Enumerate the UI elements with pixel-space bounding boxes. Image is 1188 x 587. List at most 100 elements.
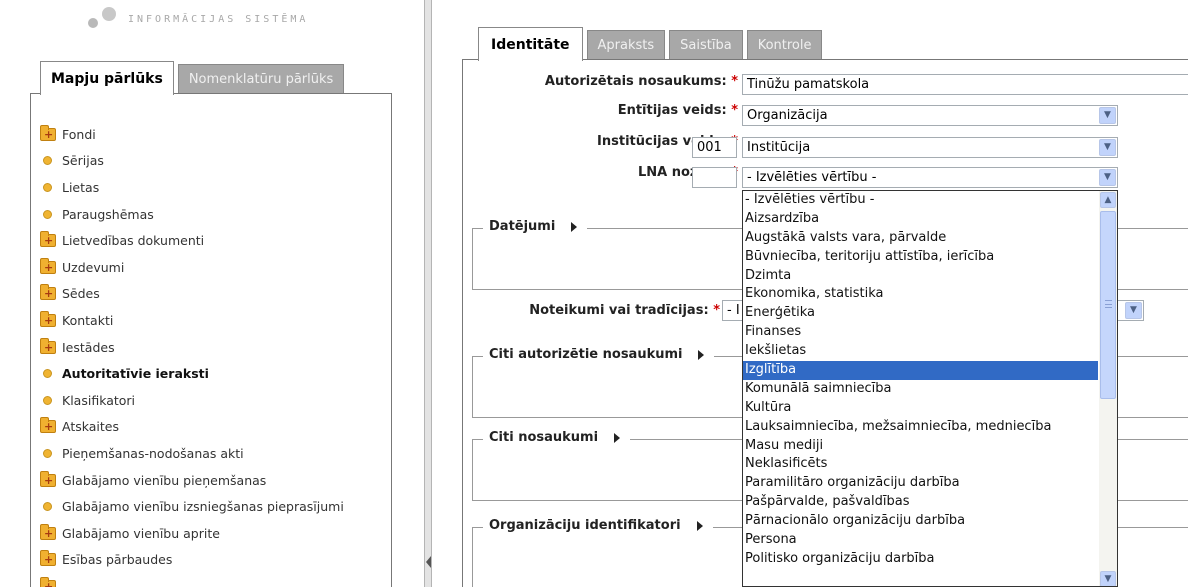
tab-mapju-parluks[interactable]: Mapju pārlūks (40, 61, 174, 95)
dropdown-option[interactable]: Izglītība (743, 361, 1098, 380)
tree-item[interactable]: + Glabājamo vienību aprite (40, 520, 344, 547)
dropdown-option[interactable]: - Izvēlēties vērtību - (743, 191, 1098, 210)
dropdown-option[interactable]: Būvniecība, teritoriju attīstība, ierīcī… (743, 248, 1098, 267)
tab-identitate[interactable]: Identitāte (478, 27, 583, 61)
expand-arrow-icon[interactable] (696, 520, 703, 531)
rules-select-end[interactable]: ▼ (1118, 300, 1144, 321)
dropdown-option[interactable]: Augstākā valsts vara, pārvalde (743, 229, 1098, 248)
rules-label: Noteikumi vai tradīcijas: * (470, 303, 720, 318)
expand-plus-icon[interactable]: + (44, 580, 53, 587)
lna-sector-value: - Izvēlēties vērtību - (747, 170, 877, 185)
tree-item[interactable]: + Lietvedības dokumenti (40, 227, 344, 254)
tree-item-label: Klasifikatori (62, 392, 136, 408)
expand-plus-icon[interactable]: + (44, 553, 53, 566)
dropdown-option[interactable]: Aizsardzība (743, 210, 1098, 229)
section-org-identifikatori-header[interactable]: Organizāciju identifikatori (483, 518, 713, 533)
dropdown-option[interactable]: Pašpārvalde, pašvaldības (743, 493, 1098, 512)
dropdown-option[interactable]: Neklasificēts (743, 455, 1098, 474)
dropdown-option[interactable]: Lauksaimniecība, mežsaimniecība, medniec… (743, 418, 1098, 437)
entity-type-value: Organizācija (747, 108, 828, 123)
dropdown-option[interactable]: Finanses (743, 323, 1098, 342)
dropdown-option[interactable]: Ekonomika, statistika (743, 285, 1098, 304)
tree-item[interactable]: Glabājamo vienību izsniegšanas pieprasīj… (40, 493, 344, 520)
tree-item-label: Atskaites (62, 419, 120, 435)
folder-plus-icon: + (40, 470, 56, 487)
authorized-name-input[interactable]: Tinūžu pamatskola (742, 74, 1188, 95)
tree-item[interactable]: + Fondi (40, 121, 344, 148)
tree-item[interactable]: + Kontakti (40, 307, 344, 334)
dropdown-option[interactable]: Pārnacionālo organizāciju darbība (743, 512, 1098, 531)
dropdown-option[interactable]: Iekšlietas (743, 342, 1098, 361)
expand-plus-icon[interactable]: + (44, 341, 53, 354)
tree-item-label: Lietvedības dokumenti (62, 233, 205, 249)
folder-plus-icon: + (40, 124, 56, 141)
tree-item[interactable]: + (40, 573, 344, 587)
rules-select[interactable]: - I (722, 300, 744, 321)
lna-sector-select[interactable]: - Izvēlēties vērtību - ▼ (742, 167, 1118, 188)
entity-type-select[interactable]: Organizācija ▼ (742, 105, 1118, 126)
tree-item[interactable]: Klasifikatori (40, 387, 344, 414)
expand-plus-icon[interactable]: + (44, 527, 53, 540)
expand-plus-icon[interactable]: + (44, 128, 53, 141)
tree-item[interactable]: + Glabājamo vienību pieņemšanas (40, 467, 344, 494)
tree-item[interactable]: + Esības pārbaudes (40, 547, 344, 574)
chevron-down-icon[interactable]: ▼ (1099, 139, 1116, 156)
expand-arrow-icon[interactable] (698, 349, 705, 360)
dropdown-option[interactable]: Komunālā saimniecība (743, 380, 1098, 399)
entity-type-label-text: Entītijas veids: (617, 103, 727, 118)
institution-type-code-input[interactable]: 001 (692, 137, 737, 158)
tree-item[interactable]: + Atskaites (40, 414, 344, 441)
lna-sector-dropdown-list[interactable]: - Izvēlēties vērtību - Aizsardzība Augstāk… (742, 190, 1118, 587)
dropdown-option[interactable]: Persona (743, 531, 1098, 550)
chevron-down-icon[interactable]: ▼ (1125, 302, 1142, 319)
tree-item[interactable]: Paraugshēmas (40, 201, 344, 228)
dropdown-scrollbar[interactable]: ▲ ▼ (1099, 191, 1117, 586)
tree-item[interactable]: Autoritatīvie ieraksti (40, 360, 344, 387)
tab-kontrole[interactable]: Kontrole (746, 30, 823, 60)
dropdown-option[interactable]: Kultūra (743, 399, 1098, 418)
lna-sector-code-input[interactable] (692, 167, 737, 188)
folder-plus-icon: + (40, 550, 56, 567)
bullet-icon (43, 448, 52, 458)
section-citi-nosaukumi-header[interactable]: Citi nosaukumi (483, 430, 631, 445)
folder-plus-icon: + (40, 337, 56, 354)
collapse-arrow-icon[interactable] (426, 556, 431, 568)
expand-plus-icon[interactable]: + (44, 261, 53, 274)
expand-arrow-icon[interactable] (571, 221, 578, 232)
section-citi-autorizetie-header[interactable]: Citi autorizētie nosaukumi (483, 347, 715, 362)
tree-item[interactable]: Sērijas (40, 148, 344, 175)
scroll-down-icon[interactable]: ▼ (1100, 571, 1116, 586)
dropdown-option[interactable]: Masu mediji (743, 437, 1098, 456)
expand-plus-icon[interactable]: + (44, 314, 53, 327)
scrollbar-thumb[interactable] (1100, 211, 1116, 399)
section-datejumi-header[interactable]: Datējumi (483, 219, 588, 234)
tree-item[interactable]: + Sēdes (40, 281, 344, 308)
dropdown-option[interactable]: Enerģētika (743, 304, 1098, 323)
expand-arrow-icon[interactable] (614, 432, 621, 443)
tab-nomenklaturu-parluks[interactable]: Nomenklatūru pārlūks (177, 64, 345, 94)
tree-item[interactable]: + Uzdevumi (40, 254, 344, 281)
dropdown-option[interactable]: Paramilitāro organizāciju darbība (743, 474, 1098, 493)
scroll-up-icon[interactable]: ▲ (1100, 192, 1116, 208)
tree-item[interactable]: + Iestādes (40, 334, 344, 361)
panel-splitter[interactable] (424, 0, 432, 587)
tree-item-label: Glabājamo vienību izsniegšanas pieprasīj… (62, 499, 344, 515)
tab-apraksts[interactable]: Apraksts (586, 30, 666, 60)
dropdown-option[interactable]: Politisko organizāciju darbība (743, 550, 1098, 569)
bullet-icon (43, 502, 52, 512)
institution-type-select[interactable]: Institūcija ▼ (742, 137, 1118, 158)
tree-item[interactable]: Lietas (40, 174, 344, 201)
folder-plus-icon: + (40, 310, 56, 327)
expand-plus-icon[interactable]: + (44, 234, 53, 247)
expand-plus-icon[interactable]: + (44, 287, 53, 300)
chevron-down-icon[interactable]: ▼ (1099, 107, 1116, 124)
logo-text: INFORMĀCIJAS SISTĒMA (128, 13, 309, 25)
expand-plus-icon[interactable]: + (44, 420, 53, 433)
tab-saistiba[interactable]: Saistība (669, 30, 743, 60)
app-logo: INFORMĀCIJAS SISTĒMA (88, 2, 308, 36)
expand-plus-icon[interactable]: + (44, 474, 53, 487)
dropdown-option[interactable]: Dzimta (743, 267, 1098, 286)
tree-item[interactable]: Pieņemšanas-nodošanas akti (40, 440, 344, 467)
chevron-down-icon[interactable]: ▼ (1099, 169, 1116, 186)
bullet-icon (43, 182, 52, 192)
